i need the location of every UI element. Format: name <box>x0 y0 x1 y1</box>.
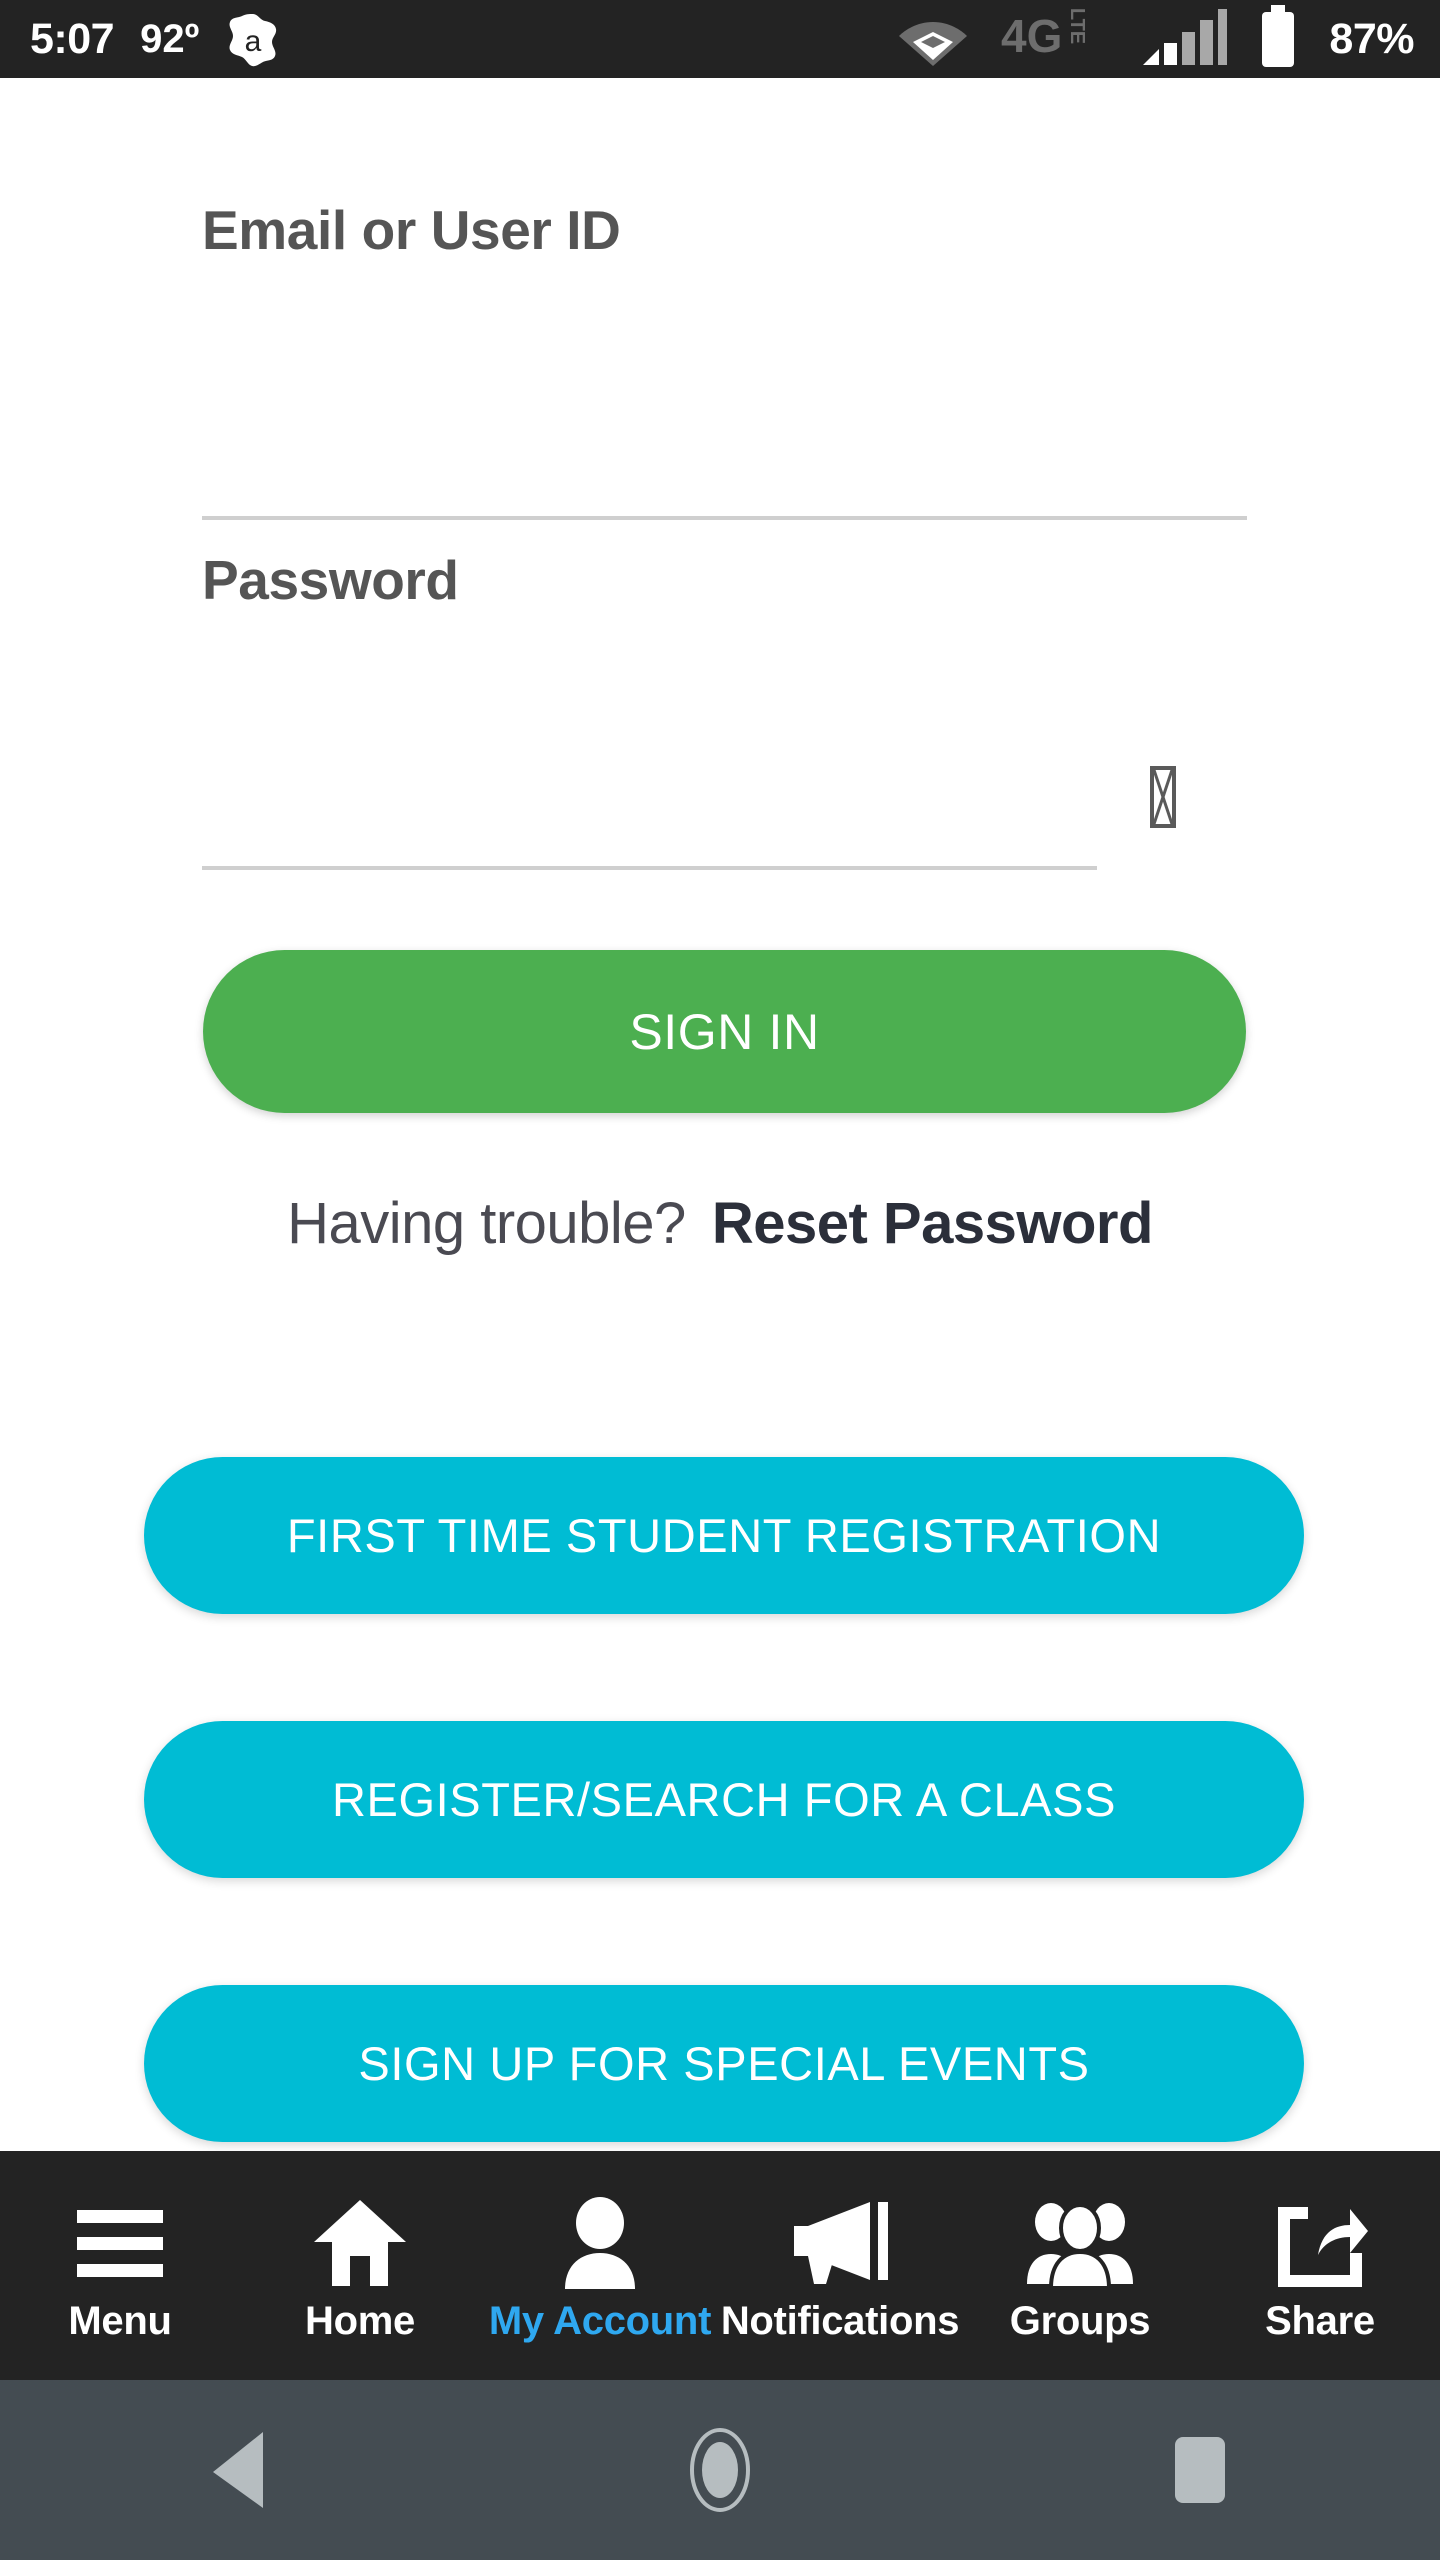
nav-label-groups: Groups <box>1009 2299 1151 2343</box>
svg-text:LTE: LTE <box>1066 8 1088 44</box>
home-circle-icon[interactable] <box>630 2380 810 2560</box>
missing-glyph-box-icon[interactable] <box>1150 766 1176 828</box>
nav-item-notifications[interactable]: Notifications <box>720 2151 960 2380</box>
password-field-label: Password <box>202 549 459 611</box>
signup-special-events-button[interactable]: SIGN UP FOR SPECIAL EVENTS <box>144 1985 1304 2142</box>
person-icon <box>561 2195 639 2291</box>
battery-percentage: 87% <box>1329 14 1414 63</box>
nav-label-home: Home <box>305 2299 415 2343</box>
nav-label-notifications: Notifications <box>720 2299 960 2343</box>
register-search-class-button[interactable]: REGISTER/SEARCH FOR A CLASS <box>144 1721 1304 1878</box>
cellular-signal-icon <box>1141 7 1228 72</box>
status-bar-left: 5:07 92º a <box>30 11 281 67</box>
megaphone-icon <box>788 2195 892 2291</box>
recents-square-icon[interactable] <box>1110 2380 1290 2560</box>
svg-text:a: a <box>245 25 262 58</box>
status-bar-right: 4G LTE 87% <box>867 4 1414 74</box>
hamburger-icon <box>77 2195 163 2291</box>
email-input[interactable] <box>202 440 1247 520</box>
status-bar: 5:07 92º a 4G LTE 87% <box>0 0 1440 78</box>
home-icon <box>314 2195 406 2291</box>
login-screen: Email or User ID Password SIGN IN Having… <box>0 78 1440 2151</box>
nav-label-share: Share <box>1265 2299 1375 2343</box>
reset-password-link[interactable]: Reset Password <box>712 1190 1154 1257</box>
nav-label-my-account: My Account <box>488 2299 712 2343</box>
nav-label-menu: Menu <box>68 2299 172 2343</box>
nav-item-home[interactable]: Home <box>240 2151 480 2380</box>
nav-item-share[interactable]: Share <box>1200 2151 1440 2380</box>
nav-item-groups[interactable]: Groups <box>960 2151 1200 2380</box>
having-trouble-text: Having trouble? <box>287 1191 686 1256</box>
nav-item-menu[interactable]: Menu <box>0 2151 240 2380</box>
battery-icon <box>1257 4 1299 74</box>
bottom-navigation-bar: Menu Home My Account Notifications Group… <box>0 2151 1440 2380</box>
status-clock: 5:07 <box>30 14 115 63</box>
first-time-student-registration-button[interactable]: FIRST TIME STUDENT REGISTRATION <box>144 1457 1304 1614</box>
password-input[interactable] <box>202 790 1097 870</box>
people-group-icon <box>1025 2195 1135 2291</box>
status-temperature: 92º <box>140 16 200 61</box>
wifi-icon <box>897 8 969 71</box>
help-line: Having trouble? Reset Password <box>0 1190 1440 1257</box>
nav-item-my-account[interactable]: My Account <box>480 2151 720 2380</box>
network-type-label: 4G LTE <box>999 7 1111 71</box>
android-system-navigation-bar <box>0 2380 1440 2560</box>
sign-in-button[interactable]: SIGN IN <box>203 950 1246 1113</box>
email-field-label: Email or User ID <box>202 199 621 261</box>
svg-text:4G: 4G <box>1001 10 1062 62</box>
share-icon <box>1272 2195 1368 2291</box>
back-triangle-icon[interactable] <box>150 2380 330 2560</box>
avast-icon: a <box>225 11 281 67</box>
